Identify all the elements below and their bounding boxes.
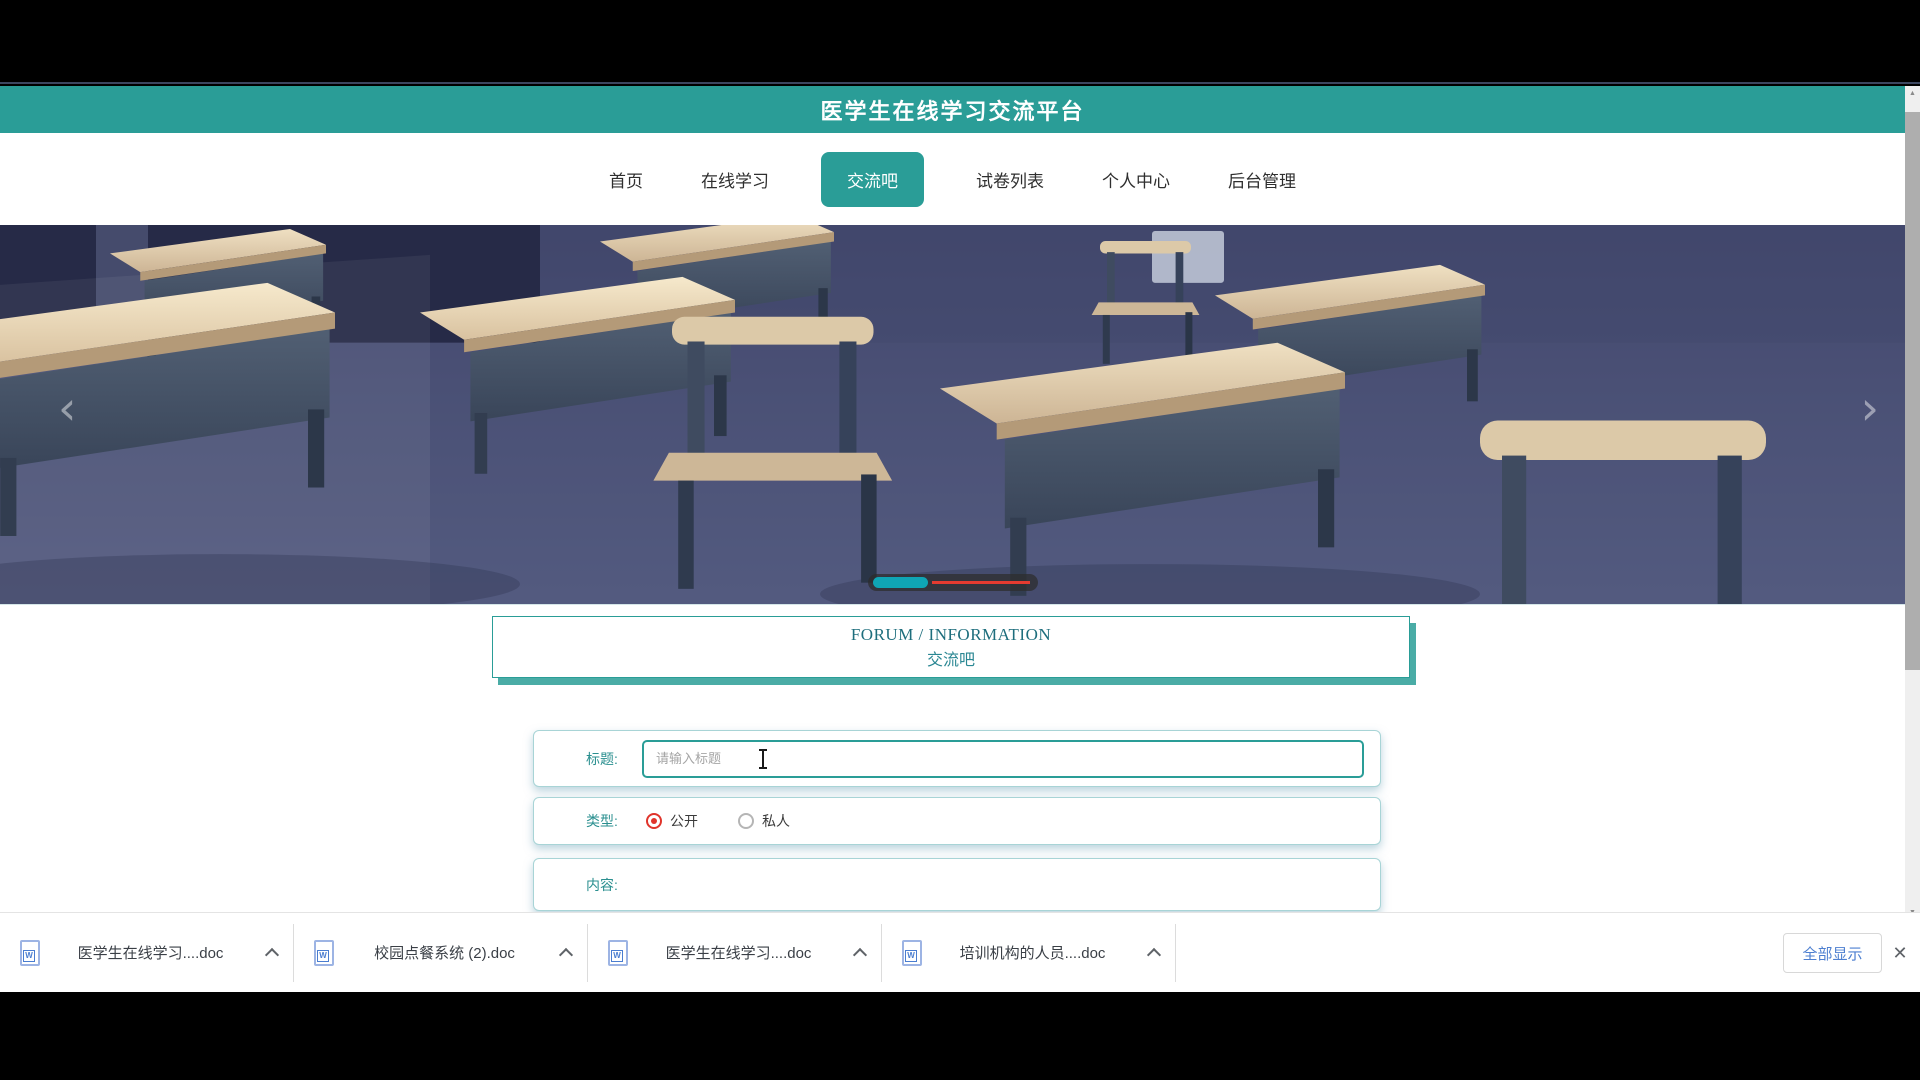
hero-carousel: ‹ › <box>0 225 1905 605</box>
page-scrollbar[interactable]: ▲ ▼ <box>1905 86 1920 920</box>
nav-item-label: 个人中心 <box>1102 172 1170 191</box>
browser-page: 医学生在线学习交流平台 首页在线学习交流吧试卷列表个人中心后台管理 <box>0 86 1920 992</box>
nav-item[interactable]: 交流吧 <box>821 152 924 207</box>
title-label: 标题: <box>586 749 632 769</box>
progress-played-segment <box>873 577 928 588</box>
nav-item-label: 交流吧 <box>847 172 898 191</box>
form-row-type: 类型: 公开 私人 <box>533 797 1381 845</box>
show-all-downloads-button[interactable]: 全部显示 <box>1783 933 1882 973</box>
section-title-card: FORUM / INFORMATION 交流吧 <box>492 616 1410 678</box>
nav-item[interactable]: 首页 <box>603 152 649 207</box>
radio-option-label: 公开 <box>670 811 698 831</box>
word-doc-icon: W <box>608 940 628 966</box>
close-shelf-icon[interactable]: ✕ <box>1888 941 1912 965</box>
download-filename: 医学生在线学习....doc <box>40 942 261 963</box>
nav-item-label: 试卷列表 <box>976 172 1044 191</box>
classroom-illustration <box>0 225 1905 604</box>
radio-circle-icon <box>646 813 662 829</box>
type-label: 类型: <box>586 811 632 831</box>
top-letterbox-bar <box>0 0 1920 84</box>
bottom-letterbox-bar <box>0 992 1920 1080</box>
expand-chevron-icon[interactable] <box>853 947 867 961</box>
video-progress-bar[interactable] <box>868 574 1038 591</box>
type-radio-group: 公开 私人 <box>632 811 816 831</box>
word-doc-letter: W <box>317 950 329 962</box>
download-item[interactable]: W 培训机构的人员....doc <box>882 924 1176 982</box>
download-filename: 培训机构的人员....doc <box>922 942 1143 963</box>
nav-item[interactable]: 在线学习 <box>695 152 775 207</box>
download-item[interactable]: W 医学生在线学习....doc <box>588 924 882 982</box>
form-row-title: 标题: <box>533 730 1381 787</box>
nav-item[interactable]: 后台管理 <box>1222 152 1302 207</box>
scrollbar-thumb[interactable] <box>1905 112 1920 670</box>
download-filename: 医学生在线学习....doc <box>628 942 849 963</box>
word-doc-icon: W <box>902 940 922 966</box>
expand-chevron-icon[interactable] <box>1147 947 1161 961</box>
nav-item-label: 在线学习 <box>701 172 769 191</box>
type-radio-option[interactable]: 公开 <box>646 811 698 831</box>
expand-chevron-icon[interactable] <box>559 947 573 961</box>
page-title: 医学生在线学习交流平台 <box>820 94 1084 126</box>
main-nav: 首页 在线学习 交流吧 试卷列表 个人中心 后台管理 <box>0 133 1905 225</box>
screen: 医学生在线学习交流平台 首页在线学习交流吧试卷列表个人中心后台管理 <box>0 0 1920 1080</box>
word-doc-icon: W <box>314 940 334 966</box>
download-item[interactable]: W 校园点餐系统 (2).doc <box>294 924 588 982</box>
downloads-shelf: W 医学生在线学习....doc W 校园点餐系统 (2).doc W 医学生在… <box>0 912 1920 992</box>
word-doc-icon: W <box>20 940 40 966</box>
nav-item[interactable]: 个人中心 <box>1096 152 1176 207</box>
section-title-zh: 交流吧 <box>493 646 1409 670</box>
section-title-en: FORUM / INFORMATION <box>493 625 1409 645</box>
radio-circle-icon <box>738 813 754 829</box>
nav-item-label: 首页 <box>609 172 643 191</box>
word-doc-letter: W <box>611 950 623 962</box>
carousel-next-icon[interactable]: › <box>1861 385 1879 431</box>
progress-remaining-segment <box>932 581 1030 584</box>
word-doc-letter: W <box>23 950 35 962</box>
download-item[interactable]: W 医学生在线学习....doc <box>0 924 294 982</box>
nav-item-label: 后台管理 <box>1228 172 1296 191</box>
radio-option-label: 私人 <box>762 811 790 831</box>
carousel-prev-icon[interactable]: ‹ <box>58 385 76 431</box>
scrollbar-up-icon[interactable]: ▲ <box>1905 86 1920 101</box>
type-radio-option[interactable]: 私人 <box>738 811 790 831</box>
download-filename: 校园点餐系统 (2).doc <box>334 942 555 963</box>
app-header: 医学生在线学习交流平台 <box>0 86 1905 133</box>
expand-chevron-icon[interactable] <box>265 947 279 961</box>
word-doc-letter: W <box>905 950 917 962</box>
nav-item[interactable]: 试卷列表 <box>970 152 1050 207</box>
form-row-content: 内容: <box>533 858 1381 911</box>
title-input[interactable] <box>642 740 1364 778</box>
content-label: 内容: <box>586 875 632 895</box>
